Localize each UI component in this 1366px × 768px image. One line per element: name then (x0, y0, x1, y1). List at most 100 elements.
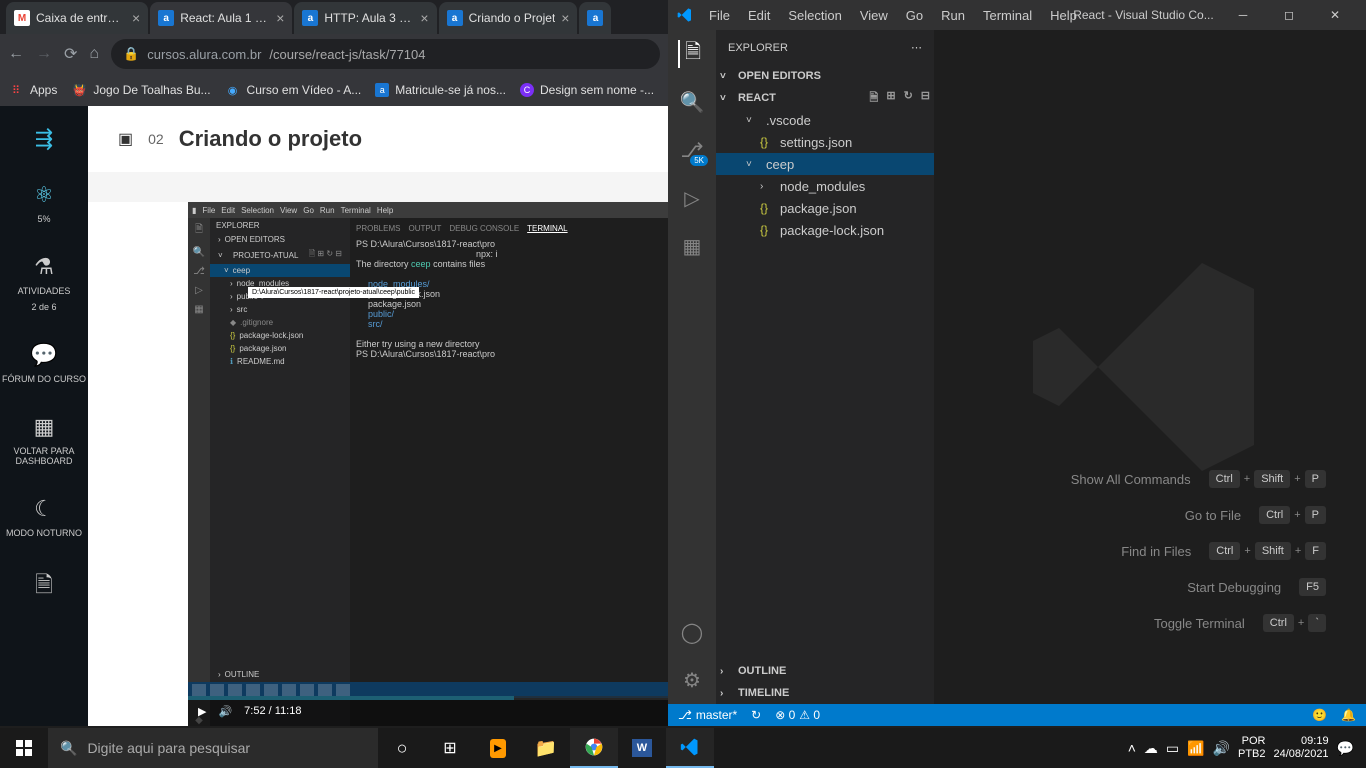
close-icon[interactable]: × (132, 10, 140, 26)
wifi-icon[interactable]: 📶 (1187, 740, 1204, 757)
react-icon: ⚛ (34, 182, 54, 208)
menu-run[interactable]: Run (934, 8, 972, 23)
bookmark-matricule[interactable]: a Matricule-se já nos... (375, 83, 506, 97)
word-task-icon[interactable]: W (618, 728, 666, 768)
alura-icon: a (375, 83, 389, 97)
cortana-icon[interactable]: ○ (378, 728, 426, 768)
extensions-icon[interactable]: ▦ (678, 232, 706, 260)
back-icon[interactable]: ← (8, 45, 24, 63)
bookmark-apps[interactable]: ⠿ Apps (8, 82, 57, 98)
close-icon[interactable]: × (420, 10, 428, 26)
menu-edit[interactable]: Edit (741, 8, 777, 23)
video-nav-icon[interactable]: ▣ (118, 129, 133, 149)
sidebar-open[interactable]: 🗎 (35, 568, 53, 606)
video-player[interactable]: ▮ File Edit Selection View Go Run Termin… (188, 202, 668, 726)
menu-selection[interactable]: Selection (781, 8, 848, 23)
bookmark-curso[interactable]: ◉ Curso em Vídeo - A... (225, 82, 362, 98)
reload-icon[interactable]: ⟳ (64, 44, 77, 64)
collapse-icon[interactable]: ⊟ (921, 89, 930, 108)
status-bar: ⎇ master* ↻ ⊗ 0 ⚠ 0 🙂 🔔 (668, 704, 1366, 726)
json-icon: {} (760, 135, 774, 149)
minimize-button[interactable]: ─ (1220, 0, 1266, 30)
close-icon[interactable]: × (276, 10, 284, 26)
sidebar-dark-mode[interactable]: ☾ MODO NOTURNO (6, 496, 82, 538)
search-box[interactable]: 🔍 Digite aqui para pesquisar (48, 728, 378, 768)
refresh-icon[interactable]: ↻ (904, 89, 913, 108)
notifications-icon[interactable]: 💬 (1337, 740, 1354, 757)
tree-node-modules[interactable]: › node_modules (716, 175, 934, 197)
bookmark-design[interactable]: C Design sem nome -... (520, 83, 654, 97)
status-sync[interactable]: ↻ (751, 708, 761, 722)
forward-icon[interactable]: → (36, 45, 52, 63)
tree-package-json[interactable]: {} package.json (716, 197, 934, 219)
status-branch[interactable]: ⎇ master* (678, 708, 737, 722)
new-folder-icon[interactable]: ⊞ (886, 89, 895, 108)
chrome-tab-criando[interactable]: a Criando o Projet × (439, 2, 578, 34)
address-bar[interactable]: 🔒 cursos.alura.com.br/course/react-js/ta… (111, 39, 660, 69)
sidebar-forum[interactable]: 💬 FÓRUM DO CURSO (2, 342, 86, 384)
file-explorer-icon[interactable]: 📁 (522, 728, 570, 768)
chrome-tab-react[interactable]: a React: Aula 1 - At × (150, 2, 292, 34)
command-show-all: Show All Commands Ctrl+Shift+P (1071, 470, 1326, 488)
chevron-right-icon: › (720, 688, 734, 699)
run-debug-icon[interactable]: ▷ (678, 184, 706, 212)
chrome-tab-last[interactable]: a (579, 2, 611, 34)
volume-icon[interactable]: 🔊 (1213, 740, 1230, 757)
bookmark-jogo[interactable]: 👹 Jogo De Toalhas Bu... (71, 82, 210, 98)
command-label: Show All Commands (1071, 472, 1191, 487)
status-problems[interactable]: ⊗ 0 ⚠ 0 (775, 708, 820, 722)
battery-icon[interactable]: ▭ (1166, 740, 1179, 757)
folder-label: ceep (766, 157, 794, 172)
sidebar-toggle[interactable]: ⇶ (35, 126, 53, 152)
sidebar-back[interactable]: ▦ VOLTAR PARA DASHBOARD (0, 414, 88, 466)
play-icon[interactable]: ▶ (198, 705, 206, 718)
vscode-window: File Edit Selection View Go Run Terminal… (668, 0, 1366, 726)
tray-chevron-icon[interactable]: ˄ (1128, 740, 1136, 756)
explorer-icon[interactable]: 🗎 (678, 40, 706, 68)
outline-section[interactable]: › OUTLINE (716, 660, 934, 682)
tree-vscode-folder[interactable]: ˅ .vscode (716, 109, 934, 131)
vscode-task-icon[interactable] (666, 728, 714, 768)
task-view-icon[interactable]: ⊞ (426, 728, 474, 768)
more-icon[interactable]: ⋯ (911, 41, 922, 54)
onedrive-icon[interactable]: ☁ (1144, 740, 1158, 757)
menu-terminal[interactable]: Terminal (976, 8, 1039, 23)
volume-icon[interactable]: 🔊 (218, 705, 232, 718)
tree-package-lock[interactable]: {} package-lock.json (716, 219, 934, 241)
chrome-tab-gmail[interactable]: M Caixa de entrada × (6, 2, 148, 34)
taskbar-clock[interactable]: 09:19 24/08/2021 (1274, 735, 1329, 761)
scm-icon: ⎇ (193, 266, 205, 277)
system-tray: ˄ ☁ ▭ 📶 🔊 POR PTB2 09:19 24/08/2021 💬 (1128, 735, 1366, 761)
tree-ceep-folder[interactable]: ˅ ceep (716, 153, 934, 175)
settings-icon[interactable]: ⚙ (678, 666, 706, 694)
close-button[interactable]: ✕ (1312, 0, 1358, 30)
sidebar-activities[interactable]: ⚗ ATIVIDADES 2 de 6 (18, 254, 71, 312)
moon-icon: ☾ (34, 496, 54, 522)
maximize-button[interactable]: ◻ (1266, 0, 1312, 30)
start-button[interactable] (0, 728, 48, 768)
scm-icon[interactable]: ⎇5K (678, 136, 706, 164)
chevron-down-icon: ˅ (720, 93, 734, 104)
project-section[interactable]: ˅ REACT 🗎 ⊞ ↻ ⊟ (716, 87, 934, 109)
chrome-task-icon[interactable] (570, 728, 618, 768)
timeline-section[interactable]: › TIMELINE (716, 682, 934, 704)
open-editors-section[interactable]: ˅ OPEN EDITORS (716, 65, 934, 87)
close-icon[interactable]: × (561, 10, 569, 26)
menu-file[interactable]: File (702, 8, 737, 23)
status-bell-icon[interactable]: 🔔 (1341, 708, 1356, 722)
menu-go[interactable]: Go (899, 8, 930, 23)
new-file-icon[interactable]: 🗎 (869, 89, 878, 108)
sidebar-react[interactable]: ⚛ 5% (34, 182, 54, 224)
home-icon[interactable]: ⌂ (89, 45, 99, 63)
tree-settings-json[interactable]: {} settings.json (716, 131, 934, 153)
status-feedback-icon[interactable]: 🙂 (1312, 708, 1327, 722)
menu-view[interactable]: View (853, 8, 895, 23)
search-icon[interactable]: 🔍 (678, 88, 706, 116)
clock-date: 24/08/2021 (1274, 748, 1329, 761)
media-player-icon[interactable]: ▶ (474, 728, 522, 768)
account-icon[interactable]: ◯ (678, 618, 706, 646)
language-indicator[interactable]: POR PTB2 (1238, 735, 1266, 761)
chrome-tab-http[interactable]: a HTTP: Aula 3 - At × (294, 2, 436, 34)
grid-icon: ▦ (34, 414, 55, 440)
welcome-commands: Show All Commands Ctrl+Shift+P Go to Fil… (1071, 470, 1326, 632)
